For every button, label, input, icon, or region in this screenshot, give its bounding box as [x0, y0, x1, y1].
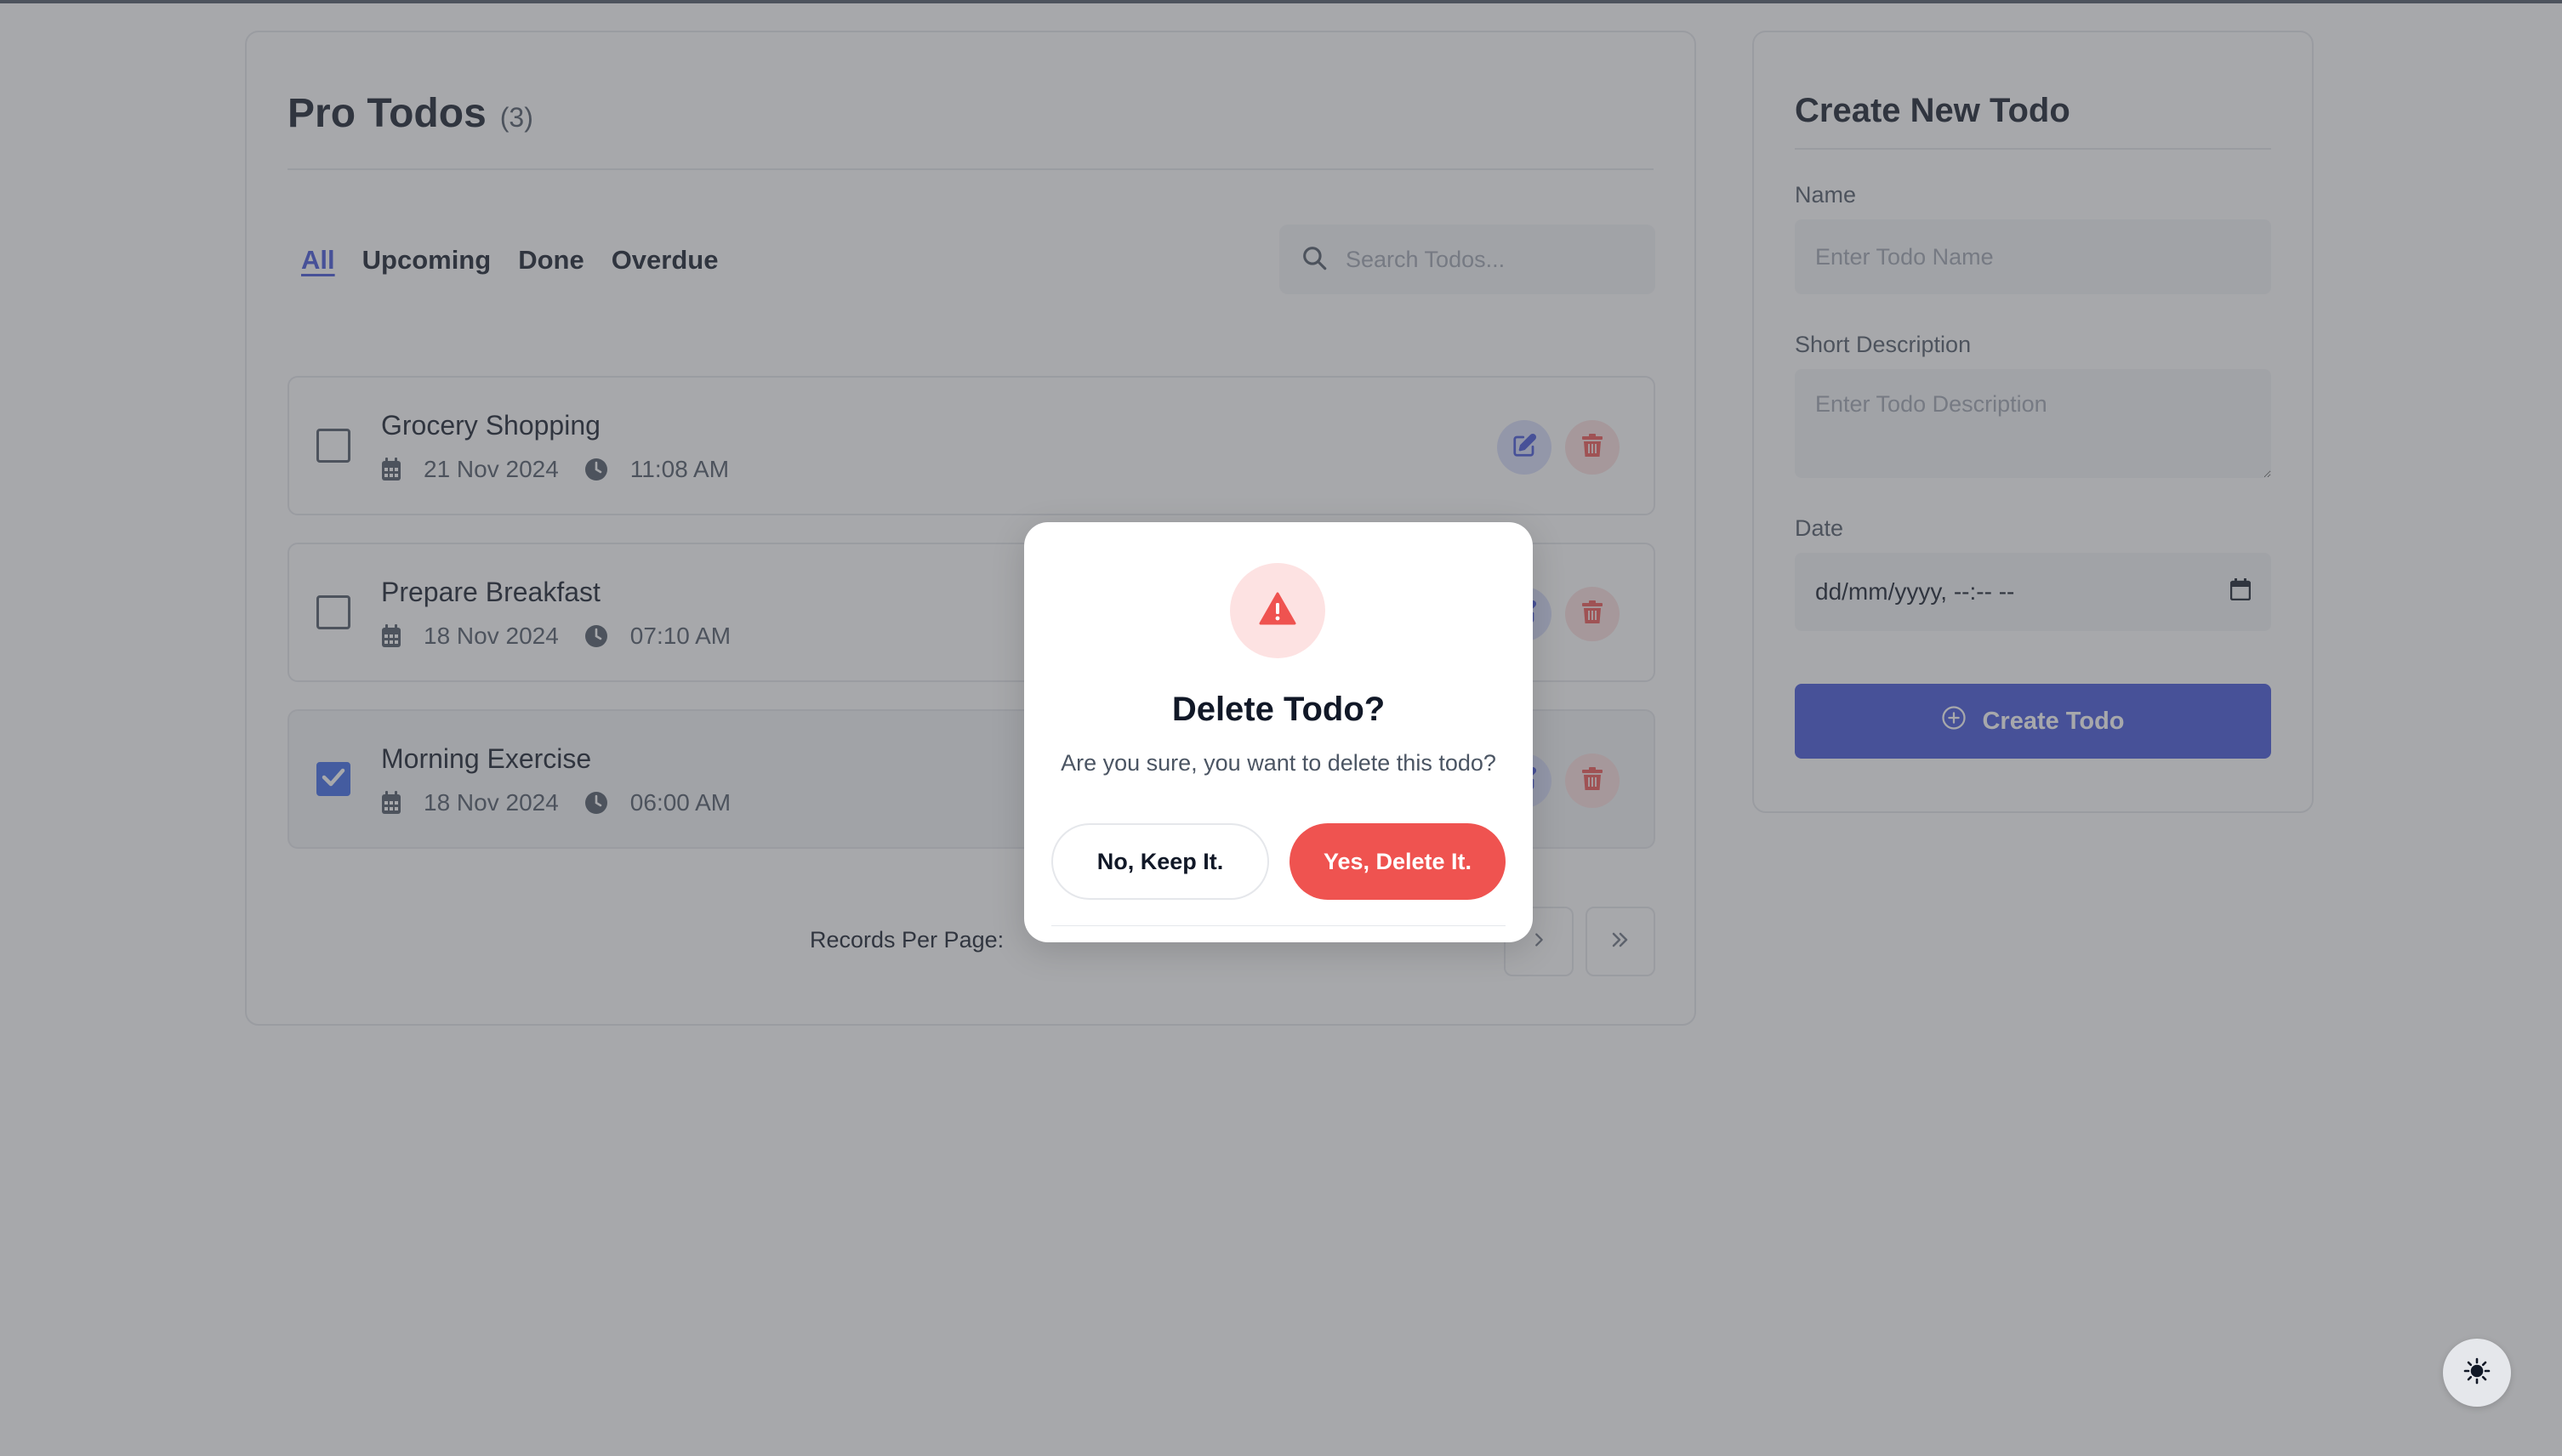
warning-icon	[1259, 592, 1296, 630]
keep-button[interactable]: No, Keep It.	[1051, 823, 1269, 900]
theme-toggle-button[interactable]	[2443, 1339, 2511, 1407]
confirm-delete-button[interactable]: Yes, Delete It.	[1290, 823, 1506, 900]
modal-message: Are you sure, you want to delete this to…	[1061, 750, 1496, 776]
delete-confirm-dialog: Delete Todo? Are you sure, you want to d…	[1024, 522, 1533, 942]
warning-badge	[1230, 563, 1325, 658]
sun-icon	[2463, 1357, 2491, 1389]
modal-divider	[1051, 925, 1506, 926]
modal-title: Delete Todo?	[1171, 691, 1386, 728]
